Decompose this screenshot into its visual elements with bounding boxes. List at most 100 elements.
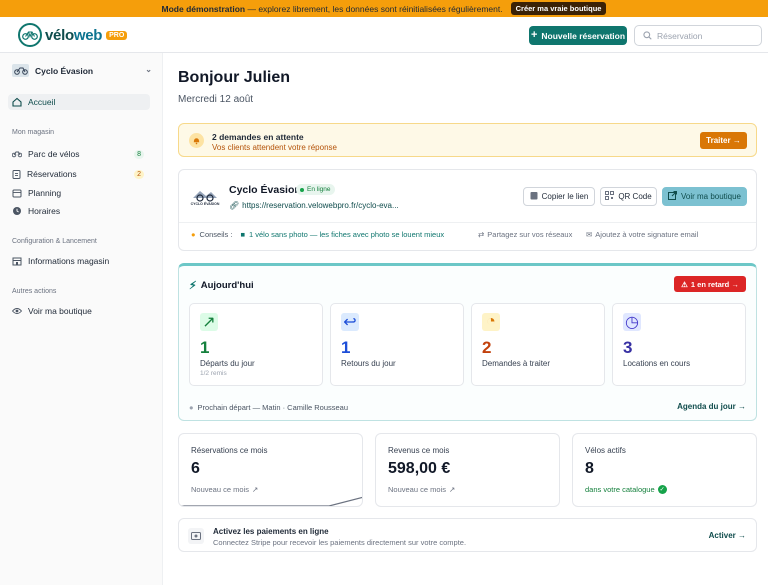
logo[interactable]: véloweb PRO: [18, 23, 128, 47]
sidebar-item-shop-info[interactable]: Informations magasin: [8, 253, 150, 269]
process-requests-button[interactable]: Traiter →: [700, 132, 747, 149]
warning-icon: ⚠︎: [681, 279, 688, 289]
top-bar: véloweb PRO + Nouvelle réservation: [0, 17, 768, 53]
stat-value: 1: [341, 338, 351, 357]
stat-value: 1: [200, 338, 210, 357]
sidebar-item-home[interactable]: Accueil: [8, 94, 150, 110]
kpi-label: Réservations ce mois: [191, 446, 268, 455]
copy-link-button[interactable]: Copier le lien: [523, 187, 595, 206]
camera-icon: ■: [240, 230, 245, 239]
view-shop-label: Voir ma boutique: [680, 192, 742, 201]
sidebar-item-hours[interactable]: Horaires: [8, 203, 150, 219]
sidebar-item-label: Accueil: [28, 97, 56, 107]
stat-rentals[interactable]: ◷ 3 Locations en cours: [612, 303, 746, 386]
shop-url: https://reservation.velowebpro.fr/cyclo-…: [242, 201, 399, 210]
kpi-active-bikes: Vélos actifs 8 dans votre catalogue ✓: [572, 433, 757, 507]
bike-icon: [12, 151, 22, 158]
kpi-value: 6: [191, 460, 200, 477]
shop-logo-text: CYCLO ÉVASION: [190, 202, 220, 206]
shop-card-name: Cyclo Évasion: [229, 184, 301, 196]
tip-share-label: Partagez sur vos réseaux: [487, 230, 573, 239]
pending-subtitle: Vos clients attendent votre réponse: [212, 143, 337, 152]
stat-sub: 1/2 remis: [200, 370, 227, 377]
sidebar-item-fleet[interactable]: Parc de vélos 8: [8, 146, 150, 162]
reservations-count-badge: 2: [134, 169, 144, 179]
stat-label: Retours du jour: [341, 359, 396, 368]
demo-banner: Mode démonstration — explorez librement,…: [0, 0, 768, 17]
shop-name: Cyclo Évasion: [35, 65, 94, 76]
qr-code-button[interactable]: QR Code: [600, 187, 657, 206]
tip-signature[interactable]: ✉︎ Ajoutez à votre signature email: [586, 230, 698, 239]
clipboard-icon: [12, 170, 21, 179]
kpi-reservations: Réservations ce mois 6 Nouveau ce mois ↗: [178, 433, 363, 507]
new-reservation-button[interactable]: + Nouvelle réservation: [529, 26, 627, 45]
stat-departures[interactable]: ↗ 1 Départs du jour 1/2 remis: [189, 303, 323, 386]
stat-requests[interactable]: ◔ 2 Demandes à traiter: [471, 303, 605, 386]
eye-icon: [12, 308, 22, 314]
late-label: 1 en retard →: [690, 279, 739, 289]
stripe-subtitle: Connectez Stripe pour recevoir les paiem…: [213, 538, 467, 547]
qr-code-icon: [605, 191, 615, 202]
section-title-shop: Mon magasin: [12, 129, 55, 136]
main-content: Bonjour Julien Mercredi 12 août 2 demand…: [163, 53, 768, 585]
sidebar-item-label: Parc de vélos: [28, 149, 80, 159]
qr-code-label: QR Code: [618, 192, 652, 201]
search-input[interactable]: [657, 30, 757, 41]
status-badge: En ligne: [296, 184, 335, 195]
share-icon: ⇄: [478, 230, 485, 239]
tips-row: ● Conseils : ■ 1 vélo sans photo — les f…: [191, 230, 444, 239]
search-box[interactable]: [634, 25, 762, 46]
link-icon: 🔗︎: [229, 201, 240, 210]
stat-label: Locations en cours: [623, 359, 691, 368]
sidebar-item-label: Planning: [28, 188, 62, 198]
clock-icon: [13, 207, 21, 215]
next-departure-label: Prochain départ — Matin · Camille Rousse…: [197, 403, 349, 412]
tips-label: Conseils :: [199, 230, 233, 239]
arrow-up-right-icon: ↗: [200, 313, 218, 331]
plus-icon: +: [530, 29, 538, 41]
return-arrow-icon: ↩︎: [341, 313, 359, 331]
kpi-value: 8: [585, 460, 594, 477]
clock-icon: ◷: [623, 313, 641, 331]
payment-icon: [188, 528, 204, 544]
sidebar-item-label: Voir ma boutique: [28, 306, 92, 316]
home-icon: [12, 97, 22, 107]
today-panel: ⚡︎ Aujourd'hui ⚠︎ 1 en retard → ↗ 1 Dépa…: [178, 263, 757, 421]
page-title: Bonjour Julien: [178, 69, 290, 86]
sidebar: Cyclo Évasion ⌄ Accueil Mon magasin Parc…: [0, 53, 163, 585]
section-title-other: Autres actions: [12, 288, 57, 295]
sparkline: [179, 496, 362, 506]
stat-returns[interactable]: ↩︎ 1 Retours du jour: [330, 303, 464, 386]
stripe-payments-card: Activez les paiements en ligne Connectez…: [178, 518, 757, 552]
bell-icon: [189, 133, 204, 148]
sidebar-item-label: Réservations: [27, 169, 77, 179]
copy-icon: [530, 191, 538, 202]
shop-url-link[interactable]: 🔗︎ https://reservation.velowebpro.fr/cyc…: [229, 201, 399, 210]
new-reservation-label: Nouvelle réservation: [541, 30, 626, 41]
kpi-sub: dans votre catalogue ✓: [585, 485, 667, 494]
tip-signature-label: Ajoutez à votre signature email: [595, 230, 699, 239]
section-title-config: Configuration & Lancement: [12, 238, 97, 245]
logo-pro-badge: PRO: [106, 30, 128, 40]
create-shop-button[interactable]: Créer ma vraie boutique: [510, 2, 607, 15]
stat-label: Demandes à traiter: [482, 359, 551, 368]
stat-value: 3: [623, 338, 633, 357]
late-badge-button[interactable]: ⚠︎ 1 en retard →: [674, 276, 746, 292]
pending-title: 2 demandes en attente: [212, 132, 304, 142]
view-shop-button[interactable]: Voir ma boutique: [662, 187, 747, 206]
external-link-icon: [667, 191, 677, 202]
sidebar-item-view-shop[interactable]: Voir ma boutique: [8, 303, 150, 319]
mail-icon: ✉︎: [586, 230, 593, 239]
sidebar-item-planning[interactable]: Planning: [8, 185, 150, 201]
today-title: ⚡︎ Aujourd'hui: [189, 279, 254, 292]
sidebar-item-reservations[interactable]: Réservations 2: [8, 166, 150, 182]
activate-payments-link[interactable]: Activer →: [709, 531, 746, 540]
stat-label: Départs du jour: [200, 359, 255, 368]
agenda-link[interactable]: Agenda du jour →: [677, 402, 746, 411]
bike-logo-icon: [18, 23, 42, 47]
kpi-label: Revenus ce mois: [388, 446, 450, 455]
shop-switcher[interactable]: Cyclo Évasion ⌄: [12, 64, 154, 77]
tip-photo-link[interactable]: 1 vélo sans photo — les fiches avec phot…: [249, 230, 444, 239]
tip-share[interactable]: ⇄ Partagez sur vos réseaux: [478, 230, 572, 239]
logo-text: véloweb: [45, 26, 103, 44]
